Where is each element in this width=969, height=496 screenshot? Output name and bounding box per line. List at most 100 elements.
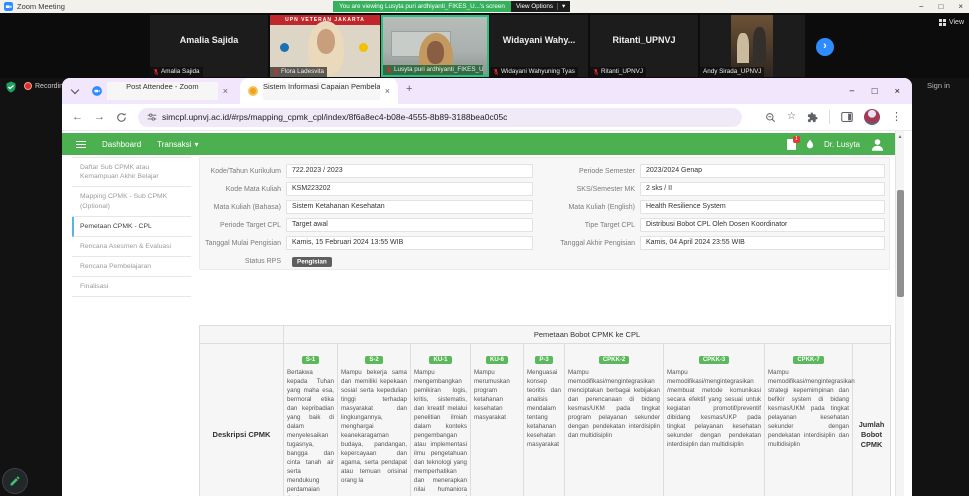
browser-close-button[interactable]: ×: [894, 86, 900, 97]
course-info-panel: Kode/Tahun Kurikulum722.2023 / 2023 Kode…: [199, 157, 890, 270]
screen: Zoom Meeting You are viewing Lusyta puri…: [0, 0, 969, 496]
close-tab-icon[interactable]: ×: [223, 86, 228, 96]
notification-badge: 1: [793, 136, 800, 143]
info-label: Periode Semester: [536, 168, 640, 175]
participant-label-text: Flora Ladesvita: [281, 67, 324, 77]
next-participants-button[interactable]: ›: [816, 38, 834, 56]
annotate-button[interactable]: [2, 468, 28, 494]
tab-simcpl[interactable]: Sistem Informasi Capaian Pembelajaran ×: [240, 78, 398, 104]
person-face: [317, 29, 335, 54]
zoom-page-icon[interactable]: [765, 112, 776, 123]
browser-tabstrip: Post Attendee - Zoom × Sistem Informasi …: [62, 78, 912, 104]
sidebar-item-daftar-sub-cpmk[interactable]: Daftar Sub CPMK atau Kemampuan Akhir Bel…: [72, 158, 191, 187]
new-tab-button[interactable]: +: [406, 83, 412, 95]
info-value: Pengisian: [286, 254, 533, 268]
participant-name: Ritanti_UPNVJ: [590, 15, 698, 65]
browser-profile-avatar[interactable]: [864, 109, 880, 125]
pencil-icon: [9, 475, 21, 487]
nav-transaksi[interactable]: Transaksi ▾: [157, 140, 198, 149]
user-avatar-icon[interactable]: [870, 137, 885, 152]
info-value: Health Resilience System: [640, 200, 885, 214]
participant-tile-ritanti[interactable]: Ritanti_UPNVJ Ritanti_UPNVJ: [590, 15, 698, 77]
nav-label: Transaksi: [157, 140, 191, 149]
participant-tile-widayani[interactable]: Widayani Wahy... Widayani Wahyuning Tyas: [490, 15, 588, 77]
participant-label: Widayani Wahyuning Tyas: [490, 67, 578, 77]
forward-button[interactable]: →: [94, 112, 105, 123]
bookmark-star-icon[interactable]: ☆: [787, 112, 796, 122]
scroll-up-icon[interactable]: ▲: [896, 134, 904, 140]
info-label: Mata Kuliah (Bahasa): [200, 204, 286, 211]
tab-search-chevron-icon[interactable]: [71, 86, 79, 94]
participant-label: Lusyta puri ardhiyanti_FIKES_UPN: [383, 65, 483, 75]
info-label: Tanggal Mulai Pengisian: [200, 240, 286, 247]
grid-icon: [939, 19, 946, 26]
nav-dashboard[interactable]: Dashboard: [102, 140, 141, 149]
screen-share-banner: You are viewing Lusyta puri ardhiyanti_F…: [333, 1, 511, 12]
notifications-icon[interactable]: 1: [787, 139, 796, 150]
meeting-security-shield-icon[interactable]: [5, 81, 17, 93]
user-name[interactable]: Dr. Lusyta: [824, 140, 860, 149]
tab-post-attendee[interactable]: Post Attendee - Zoom ×: [84, 78, 236, 104]
view-layout-button[interactable]: View: [939, 19, 964, 26]
browser-minimize-button[interactable]: −: [849, 86, 855, 97]
participant-label: Amalia Sajida: [150, 67, 203, 77]
table-title-row: Pemetaan Bobot CPMK ke CPL: [200, 326, 891, 344]
simcpl-favicon: [248, 86, 258, 96]
reload-button[interactable]: [116, 112, 127, 123]
participant-tile-andy[interactable]: Andy Sirada_UPNVJ: [700, 15, 805, 77]
scrollbar-thumb[interactable]: [897, 190, 904, 297]
sidebar-item-mapping-cpmk-sub-cpmk[interactable]: Mapping CPMK - Sub CPMK (Optional): [72, 187, 191, 216]
back-button[interactable]: ←: [72, 112, 83, 123]
site-settings-icon[interactable]: [147, 112, 157, 122]
info-value: Target awal: [286, 218, 533, 232]
maximize-button[interactable]: □: [938, 2, 943, 11]
browser-menu-icon[interactable]: ⋮: [891, 112, 902, 123]
sidebar-item-pemetaan-cpmk-cpl[interactable]: Pemetaan CPMK - CPL: [72, 217, 191, 237]
cpl-column-cpkk3: CPKK-3Mampu memodifikasi/mengintegrasika…: [664, 344, 765, 496]
view-options-button[interactable]: View Options ▾: [511, 1, 570, 12]
zoom-app-icon: [4, 2, 13, 11]
participant-filmstrip: Amalia Sajida Amalia Sajida UPN VETERAN …: [0, 13, 969, 78]
zoom-favicon: [92, 86, 102, 96]
rps-sidebar: Daftar Sub CPMK atau Kemampuan Akhir Bel…: [72, 157, 191, 297]
sidebar-item-rencana-pembelajaran[interactable]: Rencana Pembelajaran: [72, 257, 191, 277]
address-bar[interactable]: simcpl.upnvj.ac.id/#rps/mapping_cpmk_cpl…: [138, 108, 742, 127]
mic-muted-icon: [153, 68, 159, 76]
recording-indicator: Recording: [24, 82, 67, 90]
participant-label-text: Ritanti_UPNVJ: [601, 67, 643, 77]
sign-in-link[interactable]: Sign in: [927, 81, 950, 90]
tab-title: Post Attendee - Zoom: [107, 82, 218, 100]
browser-maximize-button[interactable]: □: [872, 86, 878, 97]
participant-label: Ritanti_UPNVJ: [590, 67, 646, 77]
minimize-button[interactable]: −: [919, 2, 924, 11]
participant-tile-amalia[interactable]: Amalia Sajida Amalia Sajida: [150, 15, 268, 77]
participant-tile-flora[interactable]: UPN VETERAN JAKARTA Flora Ladesvita: [270, 15, 380, 77]
hamburger-menu-icon[interactable]: [76, 141, 86, 143]
sidebar-item-rencana-asesmen[interactable]: Rencana Asesmen & Evaluasi: [72, 237, 191, 257]
close-button[interactable]: ×: [958, 2, 963, 11]
info-label: Kode Mata Kuliah: [200, 186, 286, 193]
toolbar-divider: [829, 110, 830, 124]
cpl-description: Mampu memodifikasi/mengintegrasikan menc…: [568, 369, 660, 441]
participant-tile-lusyta[interactable]: Lusyta puri ardhiyanti_FIKES_UPN: [381, 15, 489, 77]
cpl-description: Mampu memodifikasi/mengintegrasikan stra…: [768, 369, 849, 450]
info-value: Sistem Ketahanan Kesehatan: [286, 200, 533, 214]
close-tab-icon[interactable]: ×: [385, 86, 390, 96]
sidebar-item-finalisasi[interactable]: Finalisasi: [72, 277, 191, 297]
chevron-down-icon: ▾: [195, 140, 199, 149]
page-scrollbar[interactable]: ▲: [895, 131, 904, 496]
cpl-column-s1: S-1Bertakwa kepada Tuhan yang maha esa, …: [284, 344, 338, 496]
info-label: Status RPS: [200, 258, 286, 265]
info-label: Mata Kuliah (English): [536, 204, 640, 211]
extensions-icon[interactable]: [807, 112, 818, 123]
cpmk-cpl-mapping-table: Pemetaan Bobot CPMK ke CPL Deskripsi CPM…: [199, 325, 891, 496]
cpl-description: Bertakwa kepada Tuhan yang maha esa, ber…: [287, 369, 334, 496]
cpl-code-badge: CPKK-2: [599, 356, 629, 364]
cpl-column-s2: S-2Mampu bekerja sama dan memiliki kepek…: [338, 344, 411, 496]
side-panel-icon[interactable]: [841, 111, 853, 123]
cpl-column-p3: P-3Menguasai konsep teoritis dan analisi…: [524, 344, 565, 496]
droplet-icon[interactable]: [806, 139, 814, 149]
view-options-label: View Options: [516, 1, 553, 12]
info-label: Tipe Target CPL: [536, 222, 640, 229]
logo-dot-blue: [280, 43, 289, 52]
